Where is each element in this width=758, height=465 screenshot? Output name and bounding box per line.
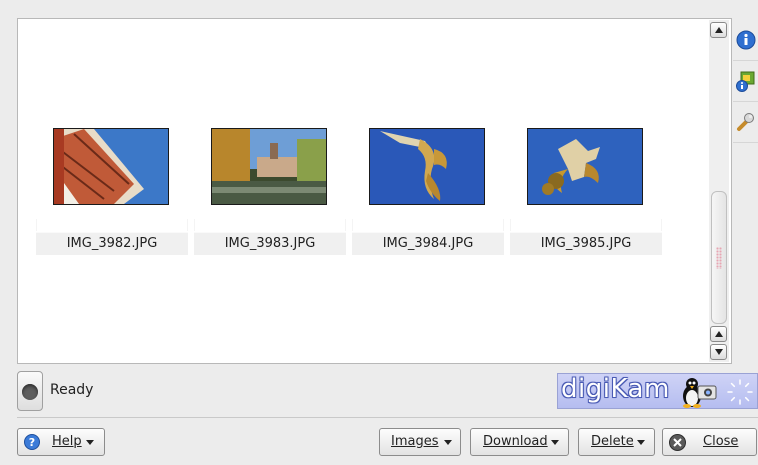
chevron-down-icon: [86, 440, 94, 445]
metadata-icon: [736, 71, 755, 92]
info-icon: [736, 30, 756, 50]
thumbnail-view[interactable]: IMG_3982.JPG IMG_3983.JPG IMG_3984.JPG I…: [17, 18, 732, 364]
images-button-label: Images: [391, 434, 439, 449]
status-indicator-icon: [22, 384, 38, 400]
status-led: [17, 371, 43, 411]
thumbnail-filename: IMG_3985.JPG: [510, 232, 662, 255]
chevron-down-icon: [637, 440, 645, 445]
grip-icon: [716, 247, 722, 269]
scroll-up-button[interactable]: [710, 22, 727, 38]
images-button[interactable]: Images: [379, 428, 461, 456]
delete-button-label: Delete: [591, 434, 634, 449]
thumbnail-item[interactable]: IMG_3984.JPG: [352, 128, 506, 257]
digikam-logo: digiKam: [557, 373, 758, 409]
thumbnail-filename: IMG_3984.JPG: [352, 232, 504, 255]
thumbnail-item[interactable]: IMG_3983.JPG: [194, 128, 348, 257]
thumbnail-image[interactable]: [211, 128, 327, 205]
scrollbar-thumb[interactable]: [711, 191, 727, 324]
logo-text: digiKam: [561, 374, 670, 404]
sidebar-tabs: [733, 18, 758, 143]
thumbnail-image[interactable]: [369, 128, 485, 205]
thumbnail-filename: IMG_3983.JPG: [194, 232, 346, 255]
tux-camera-icon: [683, 378, 717, 408]
svg-text:?: ?: [29, 436, 35, 449]
thumbnail-item[interactable]: IMG_3985.JPG: [510, 128, 664, 257]
chevron-down-icon: [551, 440, 559, 445]
tools-icon: [737, 113, 754, 131]
arrow-up-icon: [715, 27, 723, 33]
close-button[interactable]: Close: [662, 428, 757, 456]
tab-info[interactable]: [733, 20, 758, 61]
thumbnail-image[interactable]: [53, 128, 169, 205]
separator: [17, 417, 758, 418]
help-button[interactable]: ? Help: [17, 428, 105, 456]
scroll-up-button-lower[interactable]: [710, 326, 727, 342]
arrow-up-icon: [715, 331, 723, 337]
scroll-down-button[interactable]: [710, 344, 727, 360]
thumbnail-filename: IMG_3982.JPG: [36, 232, 188, 255]
thumbnail-item[interactable]: IMG_3982.JPG: [36, 128, 190, 257]
vertical-scrollbar[interactable]: [709, 20, 729, 362]
help-icon: ?: [24, 434, 40, 450]
close-button-label: Close: [703, 434, 739, 449]
download-button-label: Download: [483, 434, 548, 449]
chevron-down-icon: [444, 440, 452, 445]
activity-spinner-icon: [727, 379, 753, 405]
arrow-down-icon: [715, 349, 723, 355]
delete-button[interactable]: Delete: [578, 428, 655, 456]
status-text: Ready: [50, 382, 94, 398]
thumbnail-image[interactable]: [527, 128, 643, 205]
close-icon: [669, 434, 686, 451]
tab-tools[interactable]: [733, 102, 758, 143]
help-button-label: Help: [52, 434, 82, 449]
tab-metadata[interactable]: [733, 61, 758, 102]
download-button[interactable]: Download: [470, 428, 569, 456]
